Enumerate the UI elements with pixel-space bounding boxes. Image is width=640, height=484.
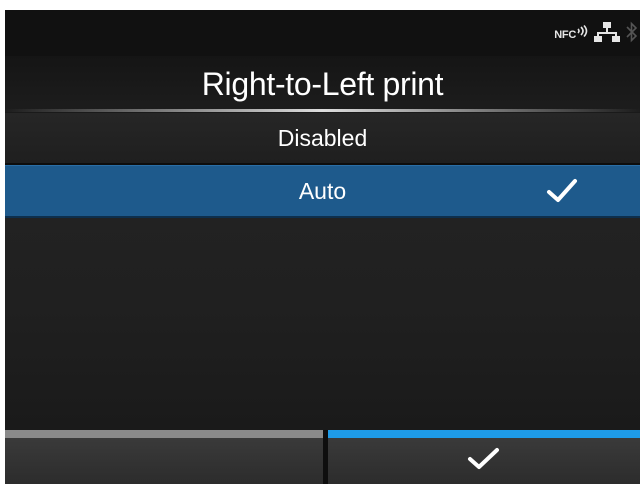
status-bar: NFC bbox=[5, 10, 640, 56]
back-button[interactable] bbox=[5, 430, 323, 484]
footer bbox=[5, 430, 640, 484]
check-icon bbox=[464, 444, 504, 479]
status-icons: NFC bbox=[554, 18, 638, 46]
option-auto[interactable]: Auto bbox=[5, 165, 640, 218]
bluetooth-icon bbox=[626, 20, 638, 44]
option-list: Disabled Auto bbox=[5, 113, 640, 430]
printer-display: NFC Right-to-Left print Disabled Auto bbox=[5, 10, 640, 484]
nfc-icon: NFC bbox=[554, 23, 588, 41]
nfc-waves-icon bbox=[576, 23, 588, 37]
nfc-label: NFC bbox=[554, 29, 576, 41]
page-title: Right-to-Left print bbox=[201, 65, 444, 102]
lan-icon bbox=[594, 21, 620, 43]
confirm-button[interactable] bbox=[328, 430, 640, 484]
selected-check-icon bbox=[546, 178, 578, 209]
option-label: Disabled bbox=[277, 124, 368, 151]
title-divider bbox=[5, 109, 640, 112]
option-disabled[interactable]: Disabled bbox=[5, 113, 640, 165]
title-bar: Right-to-Left print bbox=[5, 56, 640, 112]
option-label: Auto bbox=[298, 177, 347, 204]
